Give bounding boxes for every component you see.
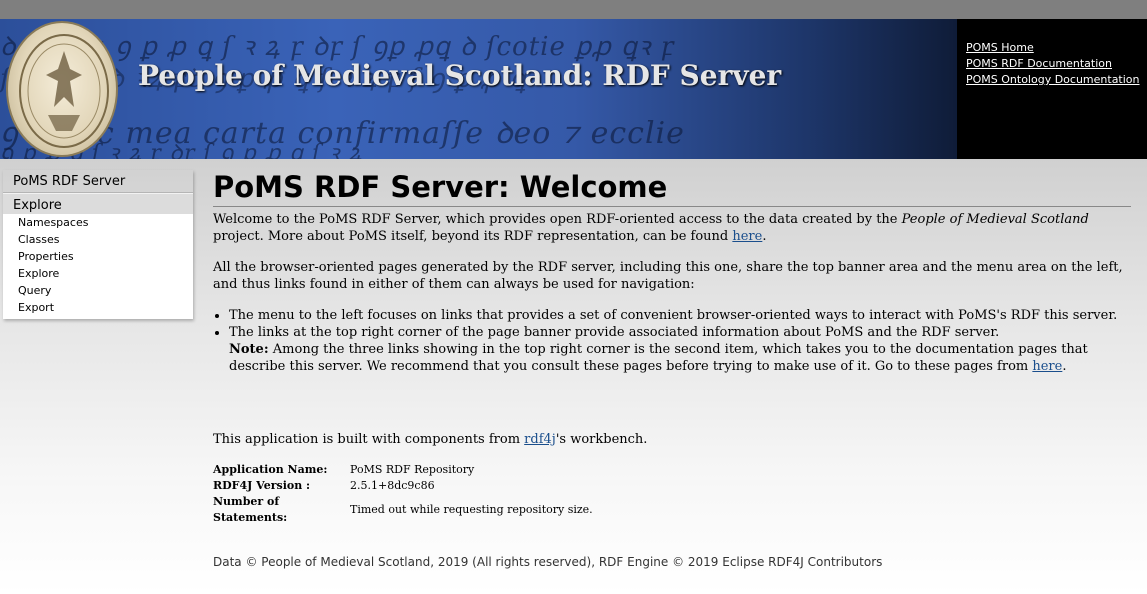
page-title: PoMS RDF Server: Welcome [213,168,1131,207]
poms-rdf-documentation-link[interactable]: POMS RDF Documentation [966,56,1140,72]
bullet-text: The menu to the left focuses on links th… [229,308,1118,323]
sidebar-list: Namespaces Classes Properties Explore Qu… [3,214,193,319]
main-content: PoMS RDF Server: Welcome Welcome to the … [213,168,1131,571]
intro-text-cont: project. More about PoMS itself, beyond … [213,229,733,244]
intro-end: . [762,229,767,244]
sidebar-item-export[interactable]: Export [3,299,193,316]
built-text: This application is built with component… [213,432,525,447]
page-banner: ꝺ ſcotia ꝯ ꝑ ꝓ ꝗ ſ ꝛ ꝝ ꝼ ꝺꝼ ſ ꝯꝑ ꝓꝗ ꝺ ſc… [0,19,1147,159]
built-text-end: 's workbench. [555,432,648,447]
bullet-text: The links at the top right corner of the… [229,325,1000,340]
list-item: The links at the top right corner of the… [229,324,1131,375]
banner-title: People of Medieval Scotland: RDF Server [138,59,782,92]
built-with-paragraph: This application is built with component… [213,431,1131,448]
info-key: RDF4J Version : [213,479,311,492]
poms-ontology-documentation-link[interactable]: POMS Ontology Documentation [966,72,1140,88]
intro-text: Welcome to the PoMS RDF Server, which pr… [213,212,902,227]
intro-paragraph: Welcome to the PoMS RDF Server, which pr… [213,211,1131,245]
info-value: PoMS RDF Repository [350,463,475,476]
table-row: Number of Statements: Timed out while req… [213,494,598,526]
list-item: The menu to the left focuses on links th… [229,307,1131,324]
navigation-list: The menu to the left focuses on links th… [213,307,1131,375]
note-label: Note: [229,342,269,357]
sidebar-item-namespaces[interactable]: Namespaces [3,214,193,231]
sidebar-section-explore: Explore [3,193,193,214]
table-row: Application Name: PoMS RDF Repository [213,462,598,478]
project-name: People of Medieval Scotland [901,212,1089,227]
note-end: . [1062,359,1067,374]
info-value: Timed out while requesting repository si… [350,503,593,516]
navigation-paragraph: All the browser-oriented pages generated… [213,260,1123,292]
sidebar-item-properties[interactable]: Properties [3,248,193,265]
info-key: Number of Statements: [213,495,288,524]
sidebar-menu: PoMS RDF Server Explore Namespaces Class… [3,170,193,319]
poms-here-link[interactable]: here [732,229,762,244]
info-value: 2.5.1+8dc9c86 [350,479,435,492]
sidebar-header[interactable]: PoMS RDF Server [3,170,193,193]
top-strip [0,0,1147,19]
sidebar-item-classes[interactable]: Classes [3,231,193,248]
note-text: Among the three links showing in the top… [229,342,1088,374]
sidebar-item-query[interactable]: Query [3,282,193,299]
server-info-table: Application Name: PoMS RDF Repository RDF… [213,462,598,526]
seal-image [6,21,118,157]
poms-home-link[interactable]: POMS Home [966,40,1140,56]
banner-links: POMS Home POMS RDF Documentation POMS On… [966,40,1140,88]
sidebar-item-explore[interactable]: Explore [3,265,193,282]
info-key: Application Name: [213,463,328,476]
table-row: RDF4J Version : 2.5.1+8dc9c86 [213,478,598,494]
rdf4j-link[interactable]: rdf4j [524,432,556,447]
documentation-here-link[interactable]: here [1032,359,1062,374]
page-footer: Data © People of Medieval Scotland, 2019… [213,555,883,569]
